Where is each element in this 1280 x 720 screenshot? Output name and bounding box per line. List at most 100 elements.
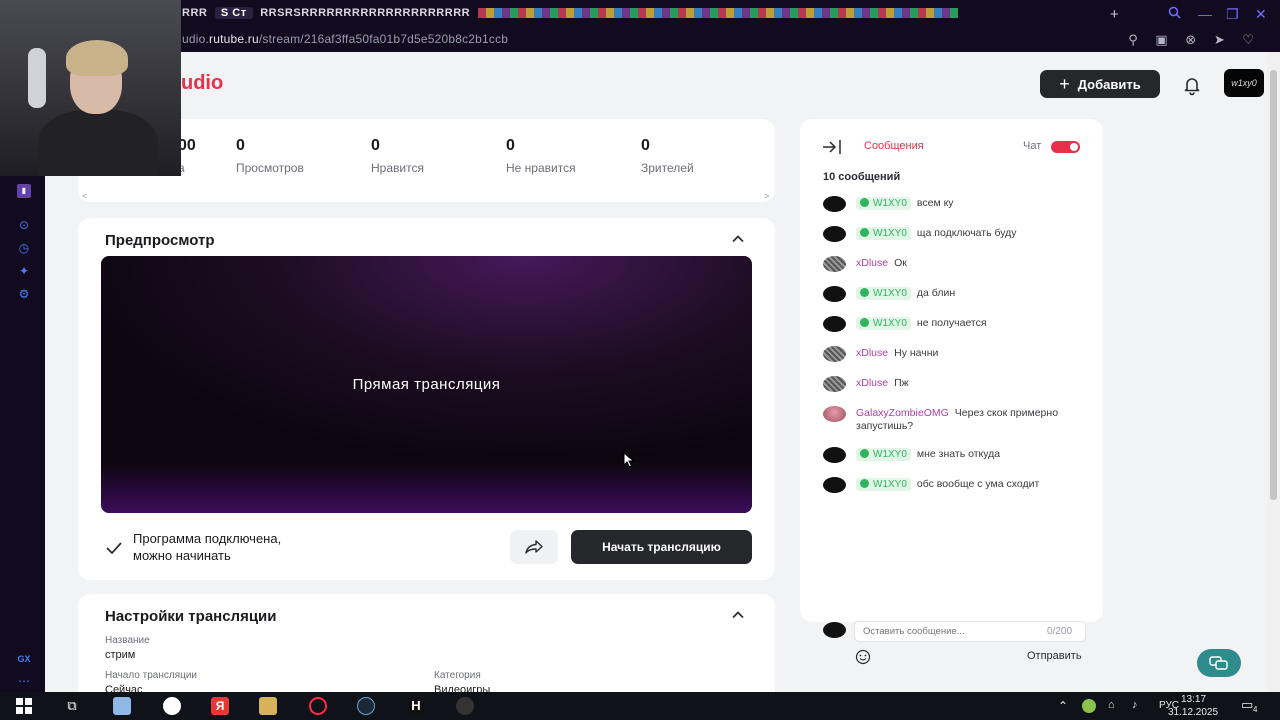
name-field[interactable]: стрим xyxy=(105,649,135,661)
app-h-icon[interactable]: H xyxy=(407,697,425,715)
new-tab-icon[interactable]: + xyxy=(1110,6,1119,23)
search-icon[interactable] xyxy=(1168,6,1181,22)
connection-status: Программа подключена, можно начинать xyxy=(133,531,282,563)
scroll-thumb[interactable] xyxy=(1270,70,1277,500)
message-author: W1XY0 xyxy=(856,448,911,461)
stats-scroll-left-icon[interactable]: < xyxy=(82,191,87,201)
notifications-bell-icon[interactable] xyxy=(1181,74,1203,96)
stats-card: 00 а 0 Просмотров 0 Нравится 0 Не нравится 0… xyxy=(78,119,775,202)
send-icon[interactable]: ➤ xyxy=(1214,32,1225,47)
settings-icon[interactable]: ⚙ xyxy=(17,287,31,301)
settings-title: Настройки трансляции xyxy=(105,608,277,625)
chat-toggle-label: Чат xyxy=(1023,140,1042,152)
verified-icon xyxy=(860,288,869,297)
chat-message: GalaxyZombieOMG Через скок примерно запус… xyxy=(823,406,1093,433)
more-icon[interactable]: ⋯ xyxy=(17,674,31,688)
chat-message: xDluse Ок xyxy=(823,256,1093,272)
logo[interactable]: udio xyxy=(181,72,223,95)
tab-favicons[interactable] xyxy=(477,8,958,19)
emoji-icon[interactable] xyxy=(853,649,873,665)
preview-title: Предпросмотр xyxy=(105,232,215,249)
plus-icon: + xyxy=(1059,74,1070,94)
notification-center-icon[interactable]: ▭ xyxy=(1241,697,1253,713)
file-explorer-icon[interactable] xyxy=(113,697,131,715)
webcam-person-body xyxy=(38,110,158,176)
tab-strip[interactable]: RRR S Ст RRSRSRRRRRRRRRRRRRRRRRRRR xyxy=(182,7,1122,23)
steam-icon[interactable] xyxy=(357,697,375,715)
studio-page: udio + Добавить w1xy0 00 а 0 Просмотров 0Н… xyxy=(45,52,1267,692)
user-avatar-icon xyxy=(823,256,846,272)
share-icon xyxy=(525,540,543,554)
yandex-browser-icon[interactable] xyxy=(163,697,181,715)
chat-message: W1XY0 обс вообще с ума сходит xyxy=(823,477,1093,493)
category-field[interactable]: Видеоигры xyxy=(434,684,490,692)
tray-app-icon[interactable] xyxy=(1082,699,1096,713)
chat-message: W1XY0 да блин xyxy=(823,286,1093,302)
chat-toggle[interactable] xyxy=(1051,141,1080,153)
chat-message: W1XY0 не получается xyxy=(823,316,1093,332)
stats-scroll-right-icon[interactable]: > xyxy=(764,191,769,201)
verified-icon xyxy=(860,479,869,488)
windows-start-icon[interactable] xyxy=(15,697,33,715)
play-icon[interactable]: ⊙ xyxy=(17,218,31,232)
clock-time[interactable]: 13:17 xyxy=(1181,694,1206,705)
obs-icon[interactable] xyxy=(456,697,474,715)
close-icon[interactable]: ✕ xyxy=(1255,6,1267,23)
network-icon[interactable]: ⌂ xyxy=(1108,699,1115,711)
twitch-icon[interactable]: ▮ xyxy=(17,184,31,198)
user-avatar-icon xyxy=(823,286,846,302)
verified-icon xyxy=(860,228,869,237)
mouse-cursor-icon xyxy=(623,451,635,468)
verified-icon xyxy=(860,318,869,327)
volume-icon[interactable]: ♪ xyxy=(1132,699,1138,711)
tray-expand-icon[interactable]: ⌃ xyxy=(1058,699,1068,713)
extensions-icon[interactable]: ✦ xyxy=(17,264,31,278)
tab-strip-text[interactable]: RRR xyxy=(182,7,207,19)
block-icon[interactable]: ⊗ xyxy=(1185,32,1196,47)
clock-date[interactable]: 31.12.2025 xyxy=(1168,707,1218,718)
tab-messages[interactable]: Сообщения xyxy=(864,140,924,152)
active-tab[interactable]: S Ст xyxy=(214,7,253,19)
url-field[interactable]: udio.rutube.ru/stream/216af3ffa50fa01b7d… xyxy=(182,32,508,46)
verified-icon xyxy=(860,198,869,207)
heart-icon[interactable]: ♡ xyxy=(1242,32,1254,47)
start-stream-button[interactable]: Начать трансляцию xyxy=(571,530,752,564)
video-preview[interactable]: Прямая трансляция xyxy=(101,256,752,513)
name-label: Название xyxy=(105,635,150,646)
minimize-icon[interactable]: — xyxy=(1198,6,1212,22)
webcam-overlay xyxy=(0,0,181,176)
message-author: GalaxyZombieOMG xyxy=(856,407,949,419)
category-label: Категория xyxy=(434,670,481,681)
share-button[interactable] xyxy=(510,530,558,564)
yandex-icon[interactable]: Я xyxy=(211,697,229,715)
page-scrollbar[interactable] xyxy=(1267,52,1280,692)
my-avatar xyxy=(823,622,846,638)
support-chat-button[interactable] xyxy=(1197,649,1241,677)
send-button[interactable]: Отправить xyxy=(1027,650,1082,662)
chat-message: xDluse Пж xyxy=(823,376,1093,392)
task-view-icon[interactable]: ⧉ xyxy=(63,697,81,715)
user-avatar-icon xyxy=(823,316,846,332)
settings-chevron-up-icon[interactable] xyxy=(731,608,745,622)
address-bar[interactable]: udio.rutube.ru/stream/216af3ffa50fa01b7d… xyxy=(0,30,1280,52)
clock-icon[interactable]: ◷ xyxy=(17,241,31,255)
message-list: W1XY0 всем ку W1XY0 ща подключать буду xDl… xyxy=(823,196,1093,508)
screenshot-icon[interactable]: ▣ xyxy=(1155,32,1167,47)
user-avatar[interactable]: w1xy0 xyxy=(1224,69,1264,97)
maximize-icon[interactable]: ❐ xyxy=(1226,6,1239,23)
pin-icon[interactable]: ⚲ xyxy=(1128,32,1138,47)
user-avatar-icon xyxy=(823,406,846,422)
opera-gx-icon[interactable] xyxy=(309,697,327,715)
webcam-person-hair xyxy=(66,40,128,76)
folder-icon[interactable] xyxy=(259,697,277,715)
address-bar-icons[interactable]: ⚲ ▣ ⊗ ➤ ♡ xyxy=(1128,32,1254,48)
message-author: W1XY0 xyxy=(856,287,911,300)
gx-label[interactable]: GX xyxy=(17,652,31,666)
collapse-chat-icon[interactable] xyxy=(822,139,842,155)
tab-strip-tail[interactable]: RRSRSRRRRRRRRRRRRRRRRRRRR xyxy=(260,7,470,19)
chevron-up-icon[interactable] xyxy=(731,232,745,246)
add-button[interactable]: + Добавить xyxy=(1040,70,1160,98)
start-time-field[interactable]: Сейчас xyxy=(105,684,143,692)
support-chat-icon xyxy=(1209,656,1228,670)
preview-card: Предпросмотр Прямая трансляция Программа… xyxy=(78,218,775,580)
